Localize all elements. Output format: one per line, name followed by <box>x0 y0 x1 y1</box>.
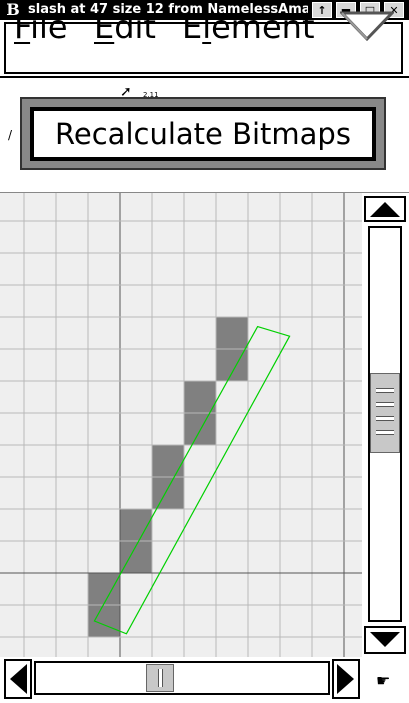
scroll-up-arrow-icon[interactable] <box>364 196 406 222</box>
triangle-down-icon[interactable] <box>340 10 394 42</box>
horizontal-scroll-track[interactable] <box>34 661 330 695</box>
bitmap-pixel[interactable] <box>152 445 184 477</box>
bitmap-pixel[interactable] <box>88 605 120 637</box>
glyph-slash-mark: / <box>8 128 13 142</box>
vertical-scroll-thumb[interactable] <box>370 373 400 453</box>
bitmap-pixel[interactable] <box>152 477 184 509</box>
bitmap-pixel[interactable] <box>184 413 216 445</box>
menu-element[interactable]: Element <box>182 8 314 46</box>
shade-button[interactable]: ↑ <box>312 2 332 18</box>
menu-file[interactable]: File <box>14 8 68 46</box>
hand-icon[interactable]: ☛ <box>376 671 390 690</box>
horizontal-scroll-thumb[interactable] <box>146 664 174 692</box>
scroll-left-arrow-icon[interactable] <box>4 659 32 699</box>
menu-edit[interactable]: Edit <box>94 8 156 46</box>
bitmap-canvas[interactable] <box>0 193 362 657</box>
menu-separator <box>0 76 409 78</box>
bitmap-pixel[interactable] <box>88 573 120 605</box>
scroll-right-arrow-icon[interactable] <box>332 659 360 699</box>
bitmap-pixel[interactable] <box>184 381 216 413</box>
recalculate-bitmaps-button[interactable]: Recalculate Bitmaps <box>30 107 376 161</box>
bitmap-pixel[interactable] <box>216 317 248 349</box>
scroll-down-arrow-icon[interactable] <box>364 626 406 654</box>
